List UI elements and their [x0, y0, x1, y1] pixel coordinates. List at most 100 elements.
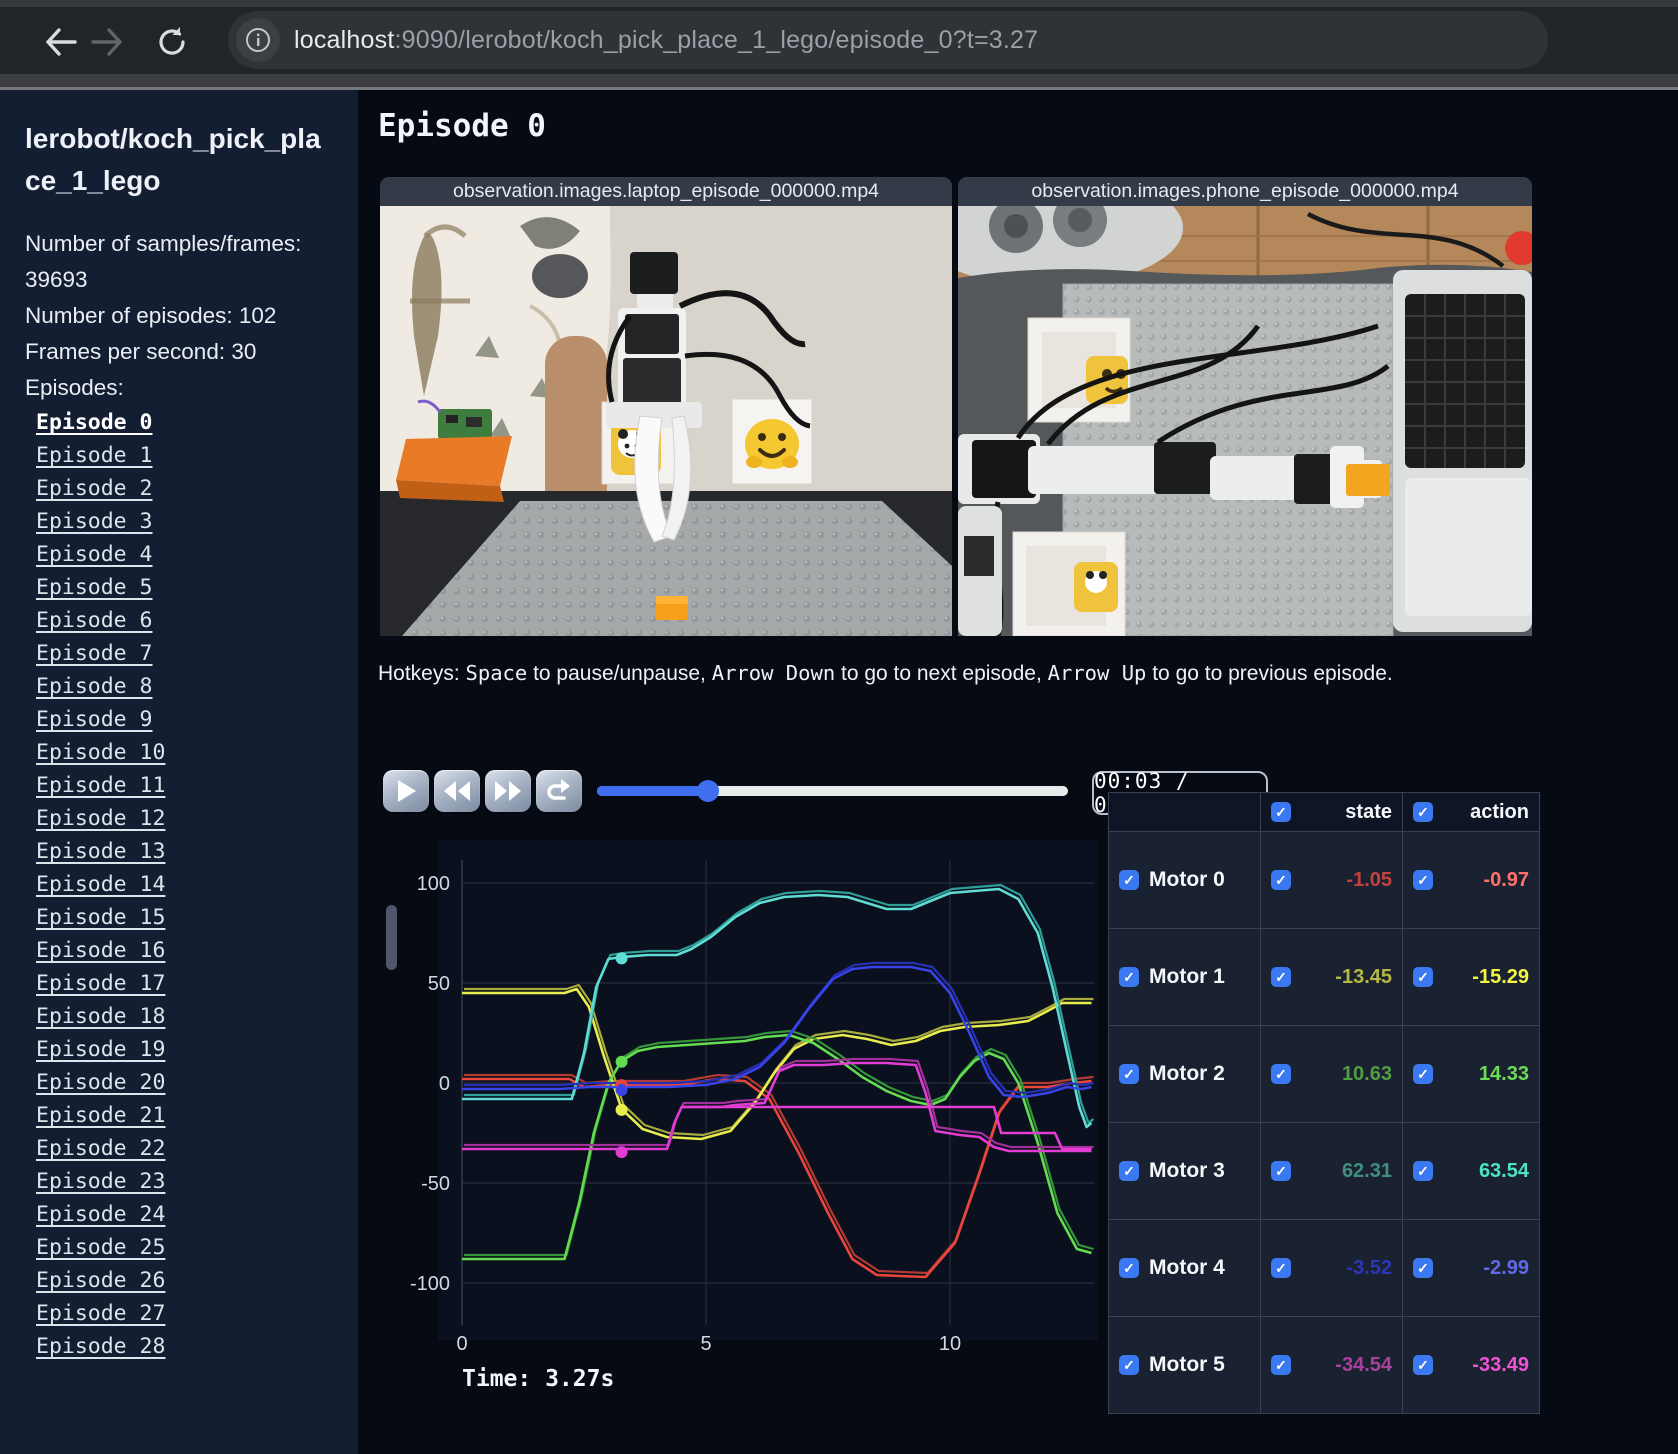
episode-link-episode-22[interactable]: Episode 22	[36, 1132, 336, 1165]
motor-label: Motor 2	[1149, 1062, 1225, 1085]
laptop	[1393, 270, 1532, 632]
checkbox[interactable]: ✓	[1119, 1161, 1139, 1181]
motor-table: ✓ state ✓ action ✓ Motor 0 ✓ -1.05 ✓ -0.97 ✓ Motor …	[1108, 792, 1540, 1414]
stat-line: Frames per second: 30	[25, 339, 257, 364]
url-text: localhost:9090/lerobot/koch_pick_place_1…	[294, 26, 1038, 55]
checkbox[interactable]: ✓	[1119, 1355, 1139, 1375]
checkbox[interactable]: ✓	[1271, 1258, 1291, 1278]
site-info-button[interactable]	[236, 18, 280, 62]
checkbox[interactable]: ✓	[1271, 967, 1291, 987]
video-caption-phone: observation.images.phone_episode_000000.…	[958, 177, 1532, 206]
episode-link-episode-20[interactable]: Episode 20	[36, 1066, 336, 1099]
episode-link-episode-25[interactable]: Episode 25	[36, 1231, 336, 1264]
episode-link-episode-2[interactable]: Episode 2	[36, 472, 336, 505]
checkbox[interactable]: ✓	[1119, 967, 1139, 987]
episode-link-episode-18[interactable]: Episode 18	[36, 1000, 336, 1033]
episode-link-episode-1[interactable]: Episode 1	[36, 439, 336, 472]
episode-link-episode-19[interactable]: Episode 19	[36, 1033, 336, 1066]
checkbox[interactable]: ✓	[1413, 1258, 1433, 1278]
address-bar[interactable]: localhost:9090/lerobot/koch_pick_place_1…	[228, 11, 1548, 69]
checkbox[interactable]: ✓	[1413, 1161, 1433, 1181]
video-observation-laptop[interactable]	[380, 206, 952, 636]
orange-fixture	[396, 436, 512, 486]
hotkey-text: Hotkeys:	[378, 662, 466, 685]
back-button[interactable]	[40, 22, 80, 62]
episode-link-episode-15[interactable]: Episode 15	[36, 901, 336, 934]
motor-state-value: 10.63	[1341, 1062, 1392, 1085]
episode-link-episode-0[interactable]: Episode 0	[36, 406, 336, 439]
episode-link-episode-10[interactable]: Episode 10	[36, 736, 336, 769]
episode-link-episode-5[interactable]: Episode 5	[36, 571, 336, 604]
reload-button[interactable]	[152, 22, 192, 62]
hotkey-key: Arrow Up	[1047, 661, 1147, 685]
episode-link-episode-23[interactable]: Episode 23	[36, 1165, 336, 1198]
window-top-strip	[0, 0, 1678, 7]
checkbox[interactable]: ✓	[1413, 802, 1433, 822]
hotkey-text: to go to next episode,	[835, 662, 1048, 685]
checkbox[interactable]: ✓	[1271, 1355, 1291, 1375]
checkbox[interactable]: ✓	[1413, 967, 1433, 987]
seek-slider[interactable]	[597, 780, 1068, 802]
episode-link-episode-4[interactable]: Episode 4	[36, 538, 336, 571]
episode-link-episode-3[interactable]: Episode 3	[36, 505, 336, 538]
motor-action-value: -33.49	[1472, 1353, 1529, 1376]
seek-slider-thumb[interactable]	[696, 780, 719, 802]
motor-state-value: 62.31	[1341, 1159, 1392, 1182]
checkbox[interactable]: ✓	[1119, 1258, 1139, 1278]
table-row: ✓ Motor 1 ✓ -13.45 ✓ -15.29	[1109, 929, 1539, 1026]
episode-link-episode-21[interactable]: Episode 21	[36, 1099, 336, 1132]
info-icon	[246, 28, 270, 52]
episode-link-episode-16[interactable]: Episode 16	[36, 934, 336, 967]
stat-line: Number of episodes: 102	[25, 303, 277, 328]
motor-state-value: -13.45	[1335, 965, 1392, 988]
episode-link-episode-13[interactable]: Episode 13	[36, 835, 336, 868]
checkbox[interactable]: ✓	[1119, 870, 1139, 890]
table-header-row: ✓ state ✓ action	[1109, 793, 1539, 832]
motor-label: Motor 3	[1149, 1159, 1225, 1182]
episode-link-episode-7[interactable]: Episode 7	[36, 637, 336, 670]
checkbox[interactable]: ✓	[1413, 1355, 1433, 1375]
checkbox[interactable]: ✓	[1271, 1064, 1291, 1084]
chart-current-dot	[615, 1146, 628, 1159]
hotkeys-text: Hotkeys: Space to pause/unpause, Arrow D…	[378, 661, 1393, 686]
forward-button[interactable]	[88, 22, 128, 62]
play-button[interactable]	[383, 770, 429, 812]
episode-link-episode-17[interactable]: Episode 17	[36, 967, 336, 1000]
video-caption-laptop: observation.images.laptop_episode_000000…	[380, 177, 952, 206]
episode-link-episode-24[interactable]: Episode 24	[36, 1198, 336, 1231]
video-observation-phone[interactable]	[958, 206, 1532, 636]
episode-link-episode-9[interactable]: Episode 9	[36, 703, 336, 736]
checkbox[interactable]: ✓	[1413, 870, 1433, 890]
seek-slider-fill	[597, 786, 708, 796]
episode-link-episode-28[interactable]: Episode 28	[36, 1330, 336, 1363]
rewind-button[interactable]	[434, 770, 480, 812]
motor-label: Motor 0	[1149, 868, 1225, 891]
episode-link-episode-12[interactable]: Episode 12	[36, 802, 336, 835]
dataset-title: lerobot/koch_pick_place_1_lego	[25, 123, 321, 196]
episode-link-episode-26[interactable]: Episode 26	[36, 1264, 336, 1297]
column-header-state: state	[1345, 800, 1392, 823]
chart-current-dot	[615, 952, 628, 965]
checkbox[interactable]: ✓	[1119, 1064, 1139, 1084]
lerobot-dataset-visualizer: localhost:9090/lerobot/koch_pick_place_1…	[0, 0, 1678, 1454]
svg-text:50: 50	[428, 973, 450, 995]
video-card-laptop: observation.images.laptop_episode_000000…	[380, 177, 952, 636]
episode-link-episode-14[interactable]: Episode 14	[36, 868, 336, 901]
episode-link-episode-11[interactable]: Episode 11	[36, 769, 336, 802]
table-row: ✓ Motor 2 ✓ 10.63 ✓ 14.33	[1109, 1026, 1539, 1123]
checkbox[interactable]: ✓	[1413, 1064, 1433, 1084]
table-row: ✓ Motor 3 ✓ 62.31 ✓ 63.54	[1109, 1123, 1539, 1220]
checkbox[interactable]: ✓	[1271, 870, 1291, 890]
svg-text:5: 5	[700, 1333, 711, 1355]
motor-action-value: -15.29	[1472, 965, 1529, 988]
motor-action-value: -2.99	[1483, 1256, 1529, 1279]
loop-button[interactable]	[536, 770, 582, 812]
fast-forward-button[interactable]	[485, 770, 531, 812]
checkbox[interactable]: ✓	[1271, 1161, 1291, 1181]
svg-text:0: 0	[439, 1073, 450, 1095]
episode-link-episode-8[interactable]: Episode 8	[36, 670, 336, 703]
checkbox[interactable]: ✓	[1271, 802, 1291, 822]
motor-action-value: 14.33	[1478, 1062, 1529, 1085]
episode-link-episode-6[interactable]: Episode 6	[36, 604, 336, 637]
episode-link-episode-27[interactable]: Episode 27	[36, 1297, 336, 1330]
